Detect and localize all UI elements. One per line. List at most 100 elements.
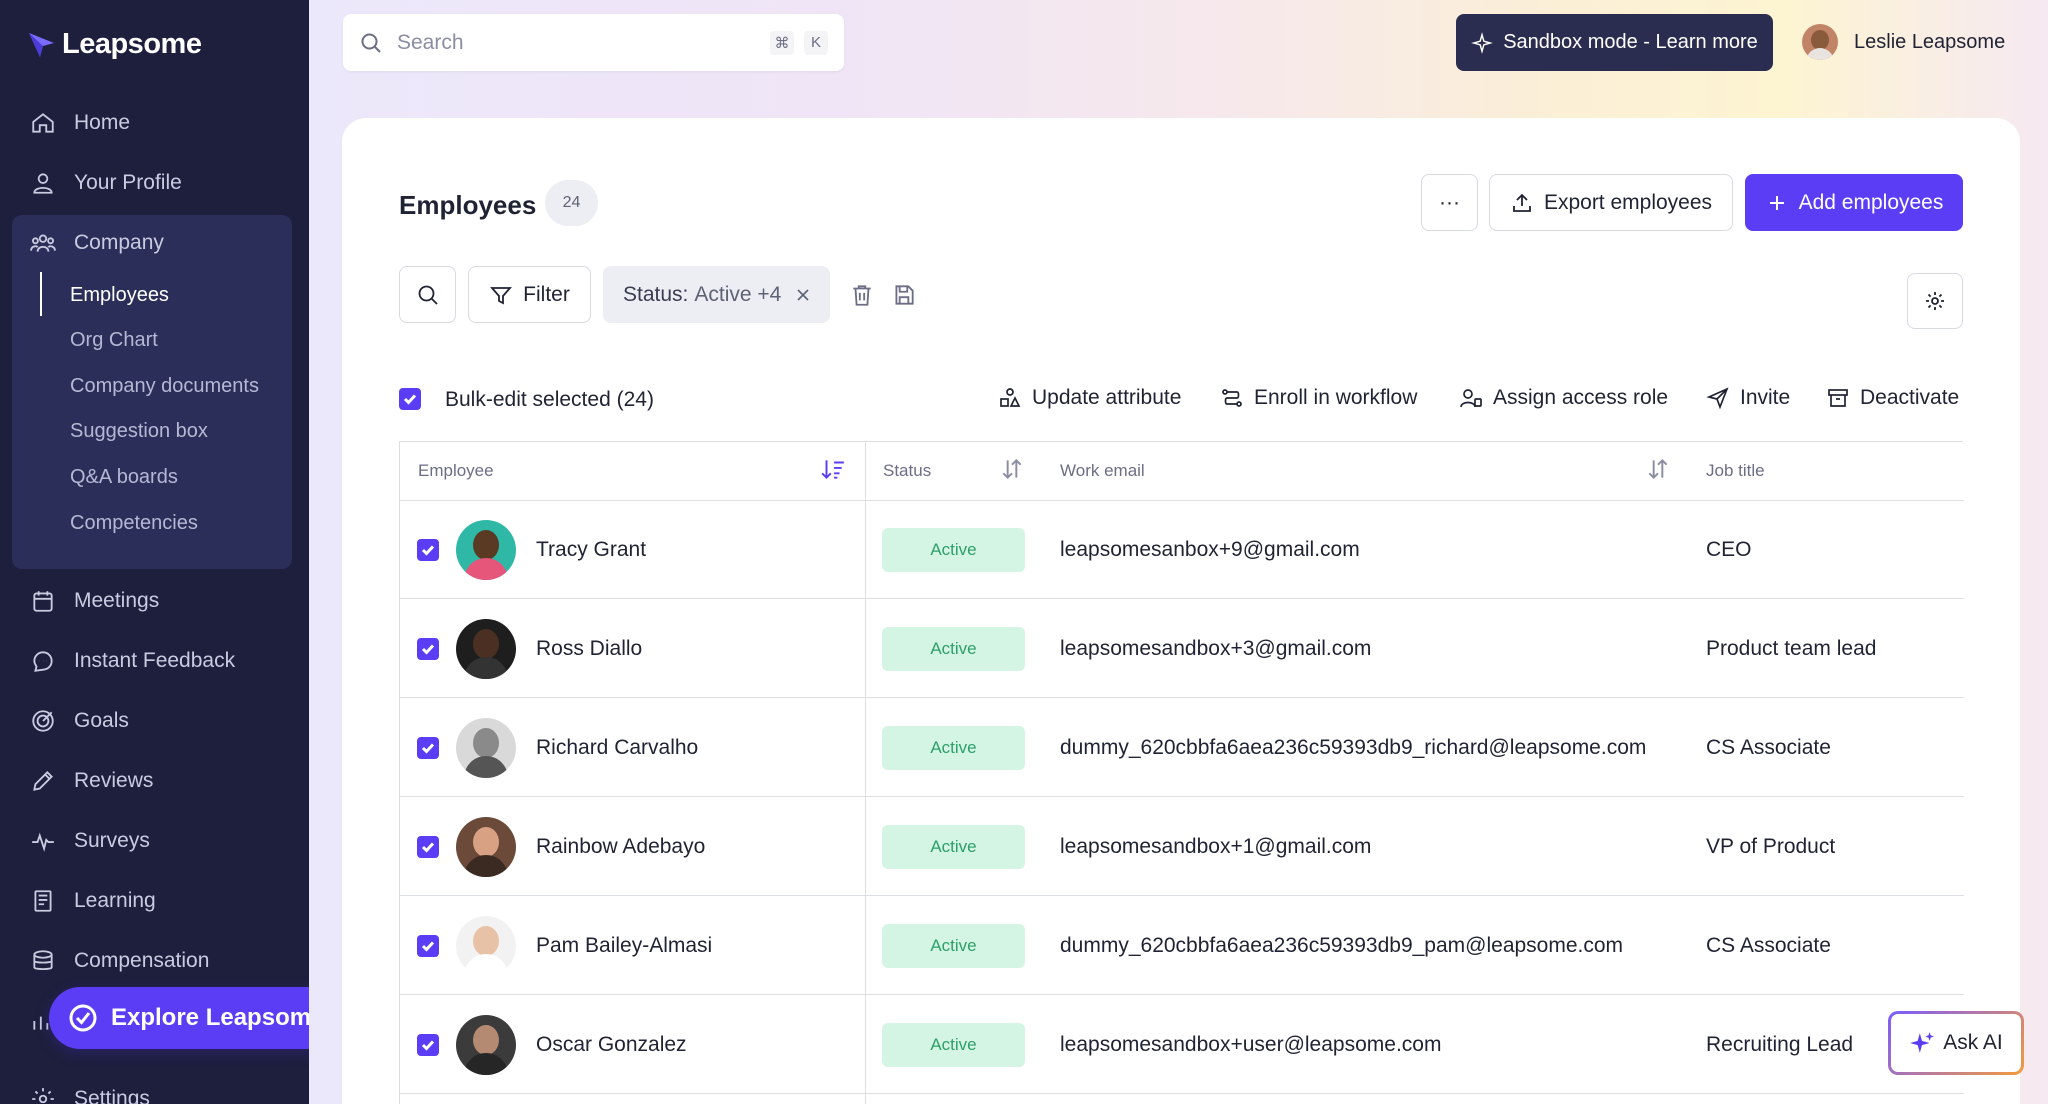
avatar bbox=[456, 718, 516, 778]
sidebar-item-home[interactable]: Home bbox=[30, 106, 130, 140]
page-title: Employees bbox=[399, 190, 537, 220]
filter-button[interactable]: Filter bbox=[468, 266, 591, 323]
header-work-email[interactable]: Work email bbox=[1060, 461, 1145, 481]
sidebar-subitem-org-chart[interactable]: Org Chart bbox=[70, 329, 158, 352]
user-menu[interactable]: Leslie Leapsome bbox=[1802, 24, 2005, 60]
sidebar-subitem-competencies[interactable]: Competencies bbox=[70, 512, 198, 535]
sidebar-item-meetings[interactable]: Meetings bbox=[30, 584, 159, 618]
table-row[interactable]: Richard Carvalho Active dummy_620cbbfa6a… bbox=[400, 699, 1964, 797]
check-icon bbox=[421, 545, 435, 556]
sidebar-item-label: Surveys bbox=[74, 829, 150, 852]
employee-name[interactable]: Ross Diallo bbox=[536, 637, 642, 661]
status-badge: Active bbox=[882, 924, 1025, 968]
check-icon bbox=[421, 644, 435, 655]
explore-leapsome-button[interactable]: Explore Leapsome bbox=[49, 987, 342, 1049]
work-email: leapsomesandbox+1@gmail.com bbox=[1060, 835, 1372, 858]
table-settings-button[interactable] bbox=[1907, 273, 1963, 329]
ask-ai-button[interactable]: Ask AI bbox=[1888, 1011, 2024, 1075]
global-search-input[interactable]: Search ⌘ K bbox=[343, 14, 844, 71]
add-label: Add employees bbox=[1798, 190, 1944, 214]
sort-icon[interactable] bbox=[1645, 456, 1671, 482]
table-search-button[interactable] bbox=[399, 266, 456, 323]
header-employee[interactable]: Employee bbox=[418, 461, 494, 481]
work-email: dummy_620cbbfa6aea236c59393db9_richard@l… bbox=[1060, 736, 1647, 759]
save-icon[interactable] bbox=[891, 282, 917, 308]
bulk-select-checkbox[interactable] bbox=[399, 388, 421, 410]
more-dots: ··· bbox=[1439, 190, 1460, 214]
update-attribute-button[interactable]: Update attribute bbox=[998, 386, 1181, 410]
table-row[interactable]: Tracy Grant Active leapsomesanbox+9@gmai… bbox=[400, 501, 1964, 599]
sort-icon[interactable] bbox=[999, 456, 1025, 482]
sidebar-item-your-profile[interactable]: Your Profile bbox=[30, 166, 182, 200]
search-placeholder: Search bbox=[397, 30, 464, 54]
sidebar-item-compensation[interactable]: Compensation bbox=[30, 944, 209, 978]
trash-icon[interactable] bbox=[849, 282, 875, 308]
gear-icon bbox=[1926, 292, 1944, 310]
job-title: CS Associate bbox=[1706, 736, 1831, 759]
check-icon bbox=[421, 743, 435, 754]
table-row[interactable]: Ross Diallo Active leapsomesandbox+3@gma… bbox=[400, 600, 1964, 698]
row-checkbox[interactable] bbox=[417, 1034, 439, 1056]
sidebar-subitem-company-documents[interactable]: Company documents bbox=[70, 375, 259, 398]
sidebar-item-label: Learning bbox=[74, 889, 156, 912]
brand-logo[interactable]: Leapsome bbox=[26, 28, 202, 61]
sidebar-item-settings[interactable]: Settings bbox=[30, 1082, 150, 1104]
sidebar-item-surveys[interactable]: Surveys bbox=[30, 824, 150, 858]
sidebar-item-learning[interactable]: Learning bbox=[30, 884, 156, 918]
sidebar-item-reviews[interactable]: Reviews bbox=[30, 764, 153, 798]
assign-access-role-button[interactable]: Assign access role bbox=[1459, 386, 1668, 410]
table-row[interactable]: Pam Bailey-Almasi Active dummy_620cbbfa6… bbox=[400, 897, 1964, 995]
sidebar-item-goals[interactable]: Goals bbox=[30, 704, 129, 738]
employee-name[interactable]: Tracy Grant bbox=[536, 538, 646, 562]
export-label: Export employees bbox=[1543, 190, 1713, 214]
avatar bbox=[456, 916, 516, 976]
sidebar-subitem-qa-boards[interactable]: Q&A boards bbox=[70, 466, 178, 489]
plus-icon bbox=[1769, 195, 1784, 210]
close-icon[interactable] bbox=[793, 285, 813, 305]
sidebar-item-company[interactable]: Company bbox=[30, 226, 164, 260]
row-checkbox[interactable] bbox=[417, 935, 439, 957]
employee-name[interactable]: Pam Bailey-Almasi bbox=[536, 934, 712, 958]
export-employees-button[interactable]: Export employees bbox=[1489, 174, 1733, 231]
more-options-button[interactable]: ··· bbox=[1421, 174, 1478, 231]
status-badge: Active bbox=[882, 726, 1025, 770]
status-filter-chip[interactable]: Status: Active +4 bbox=[603, 266, 830, 323]
row-checkbox[interactable] bbox=[417, 539, 439, 561]
avatar bbox=[1802, 24, 1838, 60]
enroll-workflow-label: Enroll in workflow bbox=[1254, 386, 1418, 409]
ai-sparkle-icon bbox=[1910, 1032, 1935, 1053]
check-icon bbox=[403, 394, 417, 405]
deactivate-button[interactable]: Deactivate bbox=[1826, 386, 1959, 410]
row-checkbox[interactable] bbox=[417, 737, 439, 759]
table-row[interactable]: Oscar Gonzalez Active leapsomesandbox+us… bbox=[400, 996, 1964, 1094]
active-indicator bbox=[40, 272, 42, 316]
pulse-icon bbox=[32, 832, 54, 852]
add-employees-button[interactable]: Add employees bbox=[1745, 174, 1963, 231]
row-checkbox[interactable] bbox=[417, 638, 439, 660]
sidebar-subitem-suggestion-box[interactable]: Suggestion box bbox=[70, 420, 208, 443]
invite-button[interactable]: Invite bbox=[1706, 386, 1790, 410]
employee-name[interactable]: Oscar Gonzalez bbox=[536, 1033, 687, 1057]
header-job-title[interactable]: Job title bbox=[1706, 461, 1765, 481]
avatar bbox=[456, 817, 516, 877]
deactivate-label: Deactivate bbox=[1860, 386, 1960, 409]
send-icon bbox=[1706, 387, 1729, 410]
home-icon bbox=[32, 113, 54, 133]
sandbox-mode-button[interactable]: Sandbox mode - Learn more bbox=[1456, 14, 1773, 71]
k-key: K bbox=[804, 30, 828, 55]
enroll-workflow-button[interactable]: Enroll in workflow bbox=[1220, 386, 1417, 410]
shapes-icon bbox=[1000, 388, 1021, 407]
status-badge: Active bbox=[882, 627, 1025, 671]
sidebar-subitem-employees[interactable]: Employees bbox=[70, 284, 169, 307]
user-icon bbox=[33, 173, 53, 194]
table-row[interactable]: Rainbow Adebayo Active leapsomesandbox+1… bbox=[400, 798, 1964, 896]
employee-name[interactable]: Richard Carvalho bbox=[536, 736, 698, 760]
work-email: leapsomesandbox+user@leapsome.com bbox=[1060, 1033, 1442, 1056]
sidebar-item-label: Reviews bbox=[74, 769, 154, 792]
archive-icon bbox=[1828, 389, 1848, 407]
header-status[interactable]: Status bbox=[883, 461, 931, 481]
sort-desc-icon[interactable] bbox=[820, 456, 846, 482]
employee-name[interactable]: Rainbow Adebayo bbox=[536, 835, 705, 859]
sidebar-item-instant-feedback[interactable]: Instant Feedback bbox=[30, 644, 235, 678]
row-checkbox[interactable] bbox=[417, 836, 439, 858]
